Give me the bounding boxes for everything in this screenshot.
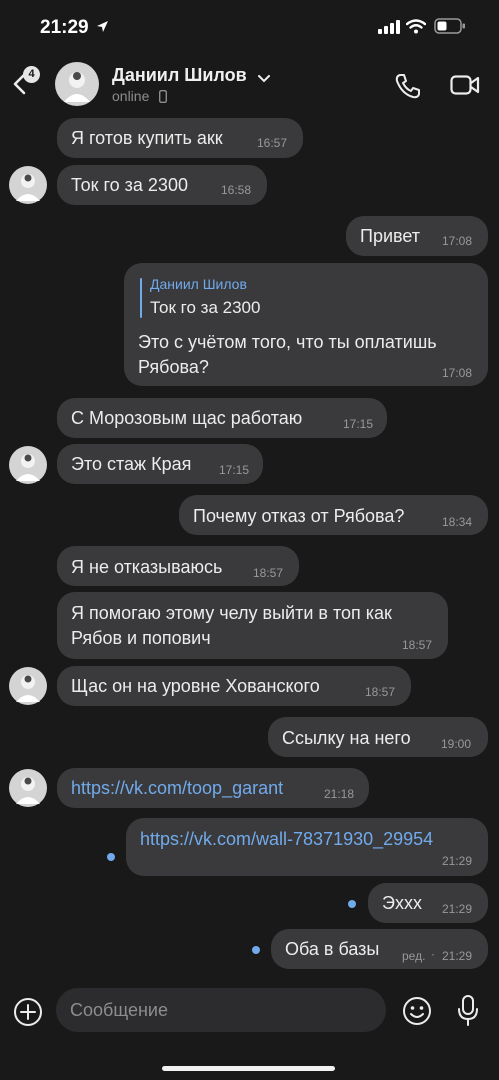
cellular-signal-icon [378,20,400,39]
contact-status: online [112,88,150,104]
location-arrow-icon [96,20,109,38]
status-bar: 21:29 [0,0,499,50]
message-time: 18:57 [402,638,433,652]
message-time: 18:34 [442,515,473,529]
add-attachment-icon[interactable] [13,997,43,1032]
reply-author[interactable]: Даниил Шилов [150,276,247,292]
message-text-line: Я помогаю этому челу выйти в топ как [71,603,392,623]
reply-quoted-text[interactable]: Ток го за 2300 [150,298,260,318]
unread-indicator [107,853,115,861]
message-text: Я не отказываюсь [71,557,223,577]
wifi-icon [405,19,427,39]
message-time: 19:00 [441,737,472,751]
message-text: Почему отказ от Рябова? [193,506,405,526]
message-bubble-incoming[interactable]: С Морозовым щас работаю 17:15 [57,398,387,438]
message-bubble-outgoing[interactable]: Эххх 21:29 [368,883,488,923]
message-bubble-outgoing[interactable]: Оба в базы ред. 21:29 [271,929,488,969]
chat-header: 4 Даниил Шилов online [0,56,499,112]
message-time: 16:58 [221,183,252,197]
composer-bar [0,988,499,1034]
sender-avatar[interactable] [9,446,47,484]
message-time: 21:29 [442,854,473,868]
message-time: 21:29 [442,949,473,963]
battery-icon [434,18,466,39]
message-text-line: Это с учётом того, что ты оплатишь [138,332,437,352]
unread-count-badge: 4 [23,66,40,83]
video-call-icon[interactable] [450,74,480,101]
message-text: Оба в базы [285,939,380,959]
message-time: 17:15 [219,463,250,477]
message-text: Привет [360,226,421,246]
message-bubble-outgoing[interactable]: Ссылку на него 19:00 [268,717,488,757]
contact-avatar[interactable] [55,62,99,106]
contact-name[interactable]: Даниил Шилов [112,65,247,86]
message-time: 17:15 [343,417,374,431]
message-bubble-outgoing[interactable]: https://vk.com/wall-78371930_29954 21:29 [126,818,488,876]
home-indicator[interactable] [162,1066,335,1071]
message-time: 21:29 [442,902,473,916]
emoji-sticker-icon[interactable] [402,996,432,1031]
message-text: Это стаж Края [71,454,192,474]
message-text: С Морозовым щас работаю [71,408,303,428]
status-time: 21:29 [40,17,89,38]
message-time: 18:57 [365,685,396,699]
message-text-line: Рябов и попович [71,628,211,648]
message-bubble-outgoing[interactable]: Привет 17:08 [346,216,488,256]
message-time: 18:57 [253,566,284,580]
message-text: Ссылку на него [282,728,411,748]
message-bubble-incoming[interactable]: Я готов купить акк 16:57 [57,118,303,158]
message-text: Щас он на уровне Хованского [71,676,320,696]
message-bubble-incoming[interactable]: https://vk.com/toop_garant 21:18 [57,768,369,808]
message-time: 16:57 [257,136,288,150]
message-text: Я готов купить акк [71,128,223,148]
message-bubble-incoming[interactable]: Это стаж Края 17:15 [57,444,263,484]
message-time: 17:08 [442,366,473,380]
unread-indicator [252,946,260,954]
chevron-down-icon[interactable] [258,70,270,88]
message-input[interactable] [70,988,370,1032]
message-bubble-incoming[interactable]: Я помогаю этому челу выйти в топ как Ряб… [57,592,448,659]
message-bubble-incoming[interactable]: Щас он на уровне Хованского 18:57 [57,666,411,706]
message-bubble-incoming[interactable]: Ток го за 2300 16:58 [57,165,267,205]
message-time: 21:18 [324,787,355,801]
microphone-icon[interactable] [456,995,480,1032]
message-bubble-outgoing[interactable]: Почему отказ от Рябова? 18:34 [179,495,488,535]
message-link[interactable]: https://vk.com/toop_garant [71,778,283,799]
sender-avatar[interactable] [9,667,47,705]
reply-quote-bar [140,278,142,318]
phone-call-icon[interactable] [394,72,422,105]
message-bubble-incoming[interactable]: Я не отказываюсь 18:57 [57,546,299,586]
unread-indicator [348,900,356,908]
message-input-container[interactable] [56,988,386,1032]
edited-label: ред. [402,949,426,963]
separator-dot: · [431,947,435,961]
mobile-device-icon [158,89,167,108]
message-link[interactable]: https://vk.com/wall-78371930_29954 [140,829,433,850]
message-text-line: Рябова? [138,357,209,377]
message-text: Ток го за 2300 [71,175,188,195]
sender-avatar[interactable] [9,166,47,204]
message-text: Эххх [382,893,422,913]
sender-avatar[interactable] [9,769,47,807]
message-time: 17:08 [442,234,473,248]
